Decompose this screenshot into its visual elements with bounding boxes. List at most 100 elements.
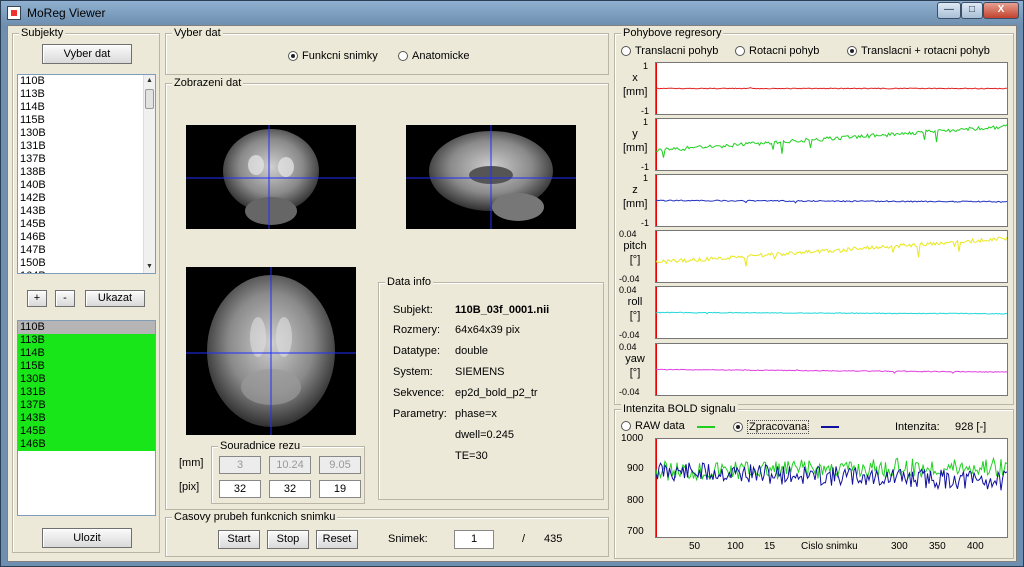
list-item[interactable]: 113B (18, 88, 155, 101)
list-item[interactable]: 147B (18, 244, 155, 257)
list-item[interactable]: 113B (18, 334, 155, 347)
radio-translation-rotation[interactable]: Translacni + rotacni pohyb (847, 45, 990, 57)
y-tick-bottom: -1 (641, 218, 650, 228)
list-item[interactable]: 137B (18, 153, 155, 166)
radio-functional-dot[interactable] (288, 51, 298, 61)
coronal-slice-image[interactable] (186, 125, 356, 229)
list-item[interactable]: 142B (18, 192, 155, 205)
list-item[interactable]: 164B (18, 270, 155, 273)
list-item[interactable]: 131B (18, 386, 155, 399)
list-item[interactable]: 140B (18, 179, 155, 192)
list-item[interactable]: 115B (18, 114, 155, 127)
subjects-scrollbar[interactable]: ▲ ▼ (143, 75, 155, 273)
reset-button[interactable]: Reset (316, 530, 358, 549)
list-item[interactable]: 114B (18, 101, 155, 114)
stop-button[interactable]: Stop (267, 530, 309, 549)
radio-rotation[interactable]: Rotacni pohyb (735, 45, 819, 57)
info-label: Subjekt: (393, 304, 433, 316)
mm-y-field[interactable]: 10.24 (269, 456, 311, 474)
info-value: ep2d_bold_p2_tr (455, 387, 538, 399)
title-bar[interactable]: MoReg Viewer — □ X (1, 1, 1023, 25)
list-item[interactable]: 114B (18, 347, 155, 360)
radio-raw[interactable]: RAW data (621, 420, 685, 432)
regressor-plot[interactable] (655, 62, 1008, 115)
regressor-unit: [mm] (623, 198, 648, 210)
radio-anatomical-dot[interactable] (398, 51, 408, 61)
minimize-button[interactable]: — (937, 2, 961, 19)
mm-z-field[interactable]: 9.05 (319, 456, 361, 474)
list-item[interactable]: 131B (18, 140, 155, 153)
y-tick-top: 0.04 (619, 229, 637, 239)
selected-subjects-list[interactable]: 110B 113B 114B 115B 130B 131B 137B 143B 145B 146B (17, 320, 156, 516)
timecourse-panel: Casovy prubeh funkcnich snimku Start Sto… (165, 511, 609, 557)
radio-rotation-label: Rotacni pohyb (749, 45, 820, 57)
sagittal-slice-image[interactable] (406, 125, 576, 229)
list-item[interactable]: 145B (18, 218, 155, 231)
list-item[interactable]: 146B (18, 438, 155, 451)
frame-input[interactable]: 1 (454, 530, 494, 549)
show-button[interactable]: Ukazat (85, 290, 145, 307)
list-item[interactable]: 137B (18, 399, 155, 412)
save-button[interactable]: Ulozit (42, 528, 132, 548)
add-subject-button[interactable]: + (27, 290, 47, 307)
mm-x-field[interactable]: 3 (219, 456, 261, 474)
bold-title: Intenzita BOLD signalu (621, 403, 738, 415)
radio-translation-rotation-label: Translacni + rotacni pohyb (861, 45, 990, 57)
regressor-plot[interactable] (655, 118, 1008, 171)
start-button[interactable]: Start (218, 530, 260, 549)
scroll-up-icon[interactable]: ▲ (144, 75, 155, 87)
radio-raw-dot[interactable] (621, 421, 631, 431)
regressor-name: z (632, 184, 638, 196)
data-select-panel: Vyber dat Funkcni snimky Anatomicke (165, 27, 609, 75)
scroll-thumb[interactable] (145, 89, 154, 109)
list-item[interactable]: 143B (18, 412, 155, 425)
list-item[interactable]: 150B (18, 257, 155, 270)
coords-title: Souradnice rezu (218, 440, 303, 452)
info-label: Rozmery: (393, 324, 441, 336)
list-item[interactable]: 145B (18, 425, 155, 438)
regressor-plot[interactable] (655, 174, 1008, 227)
bold-plot-svg (655, 439, 1008, 537)
remove-subject-button[interactable]: - (55, 290, 75, 307)
all-subjects-list[interactable]: 110B 113B 114B 115B 130B 131B 137B 138B 140B 142B… (17, 74, 156, 274)
radio-translation[interactable]: Translacni pohyb (621, 45, 718, 57)
pix-y-field[interactable]: 32 (269, 480, 311, 498)
list-item[interactable]: 138B (18, 166, 155, 179)
list-item[interactable]: 146B (18, 231, 155, 244)
regressor-plot[interactable] (655, 343, 1008, 396)
maximize-button[interactable]: □ (961, 2, 983, 19)
close-button[interactable]: X (983, 2, 1019, 19)
coronal-svg (186, 125, 356, 229)
list-item[interactable]: 110B (18, 75, 155, 88)
radio-processed-dot[interactable] (733, 422, 743, 432)
bold-plot[interactable] (655, 438, 1008, 538)
axial-svg (186, 267, 356, 435)
radio-translation-rotation-dot[interactable] (847, 46, 857, 56)
list-item[interactable]: 143B (18, 205, 155, 218)
scroll-down-icon[interactable]: ▼ (144, 261, 155, 273)
x-tick-label: 400 (967, 541, 984, 552)
pix-x-field[interactable]: 32 (219, 480, 261, 498)
regressor-plot[interactable] (655, 230, 1008, 283)
regressor-name: y (632, 128, 638, 140)
radio-translation-dot[interactable] (621, 46, 631, 56)
pix-z-field[interactable]: 19 (319, 480, 361, 498)
info-label: Parametry: (393, 408, 447, 420)
x-tick-label: 15 (764, 541, 776, 552)
y-tick-bottom: -0.04 (619, 330, 640, 340)
radio-anatomical[interactable]: Anatomicke (398, 50, 469, 62)
radio-functional[interactable]: Funkcni snimky (288, 50, 378, 62)
bold-panel: Intenzita BOLD signalu RAW data Zpracova… (614, 403, 1014, 559)
list-item[interactable]: 130B (18, 373, 155, 386)
axial-slice-image[interactable] (186, 267, 356, 435)
radio-processed[interactable]: Zpracovana (733, 420, 810, 434)
regressor-plot[interactable] (655, 286, 1008, 339)
window-title: MoReg Viewer (27, 6, 106, 20)
list-item[interactable]: 115B (18, 360, 155, 373)
list-item[interactable]: 110B (18, 321, 155, 334)
data-info-panel: Data info Subjekt: 110B_03f_0001.nii Rozme… (378, 276, 604, 500)
select-data-button[interactable]: Vyber dat (42, 44, 132, 64)
radio-rotation-dot[interactable] (735, 46, 745, 56)
list-item[interactable]: 130B (18, 127, 155, 140)
radio-translation-label: Translacni pohyb (635, 45, 719, 57)
